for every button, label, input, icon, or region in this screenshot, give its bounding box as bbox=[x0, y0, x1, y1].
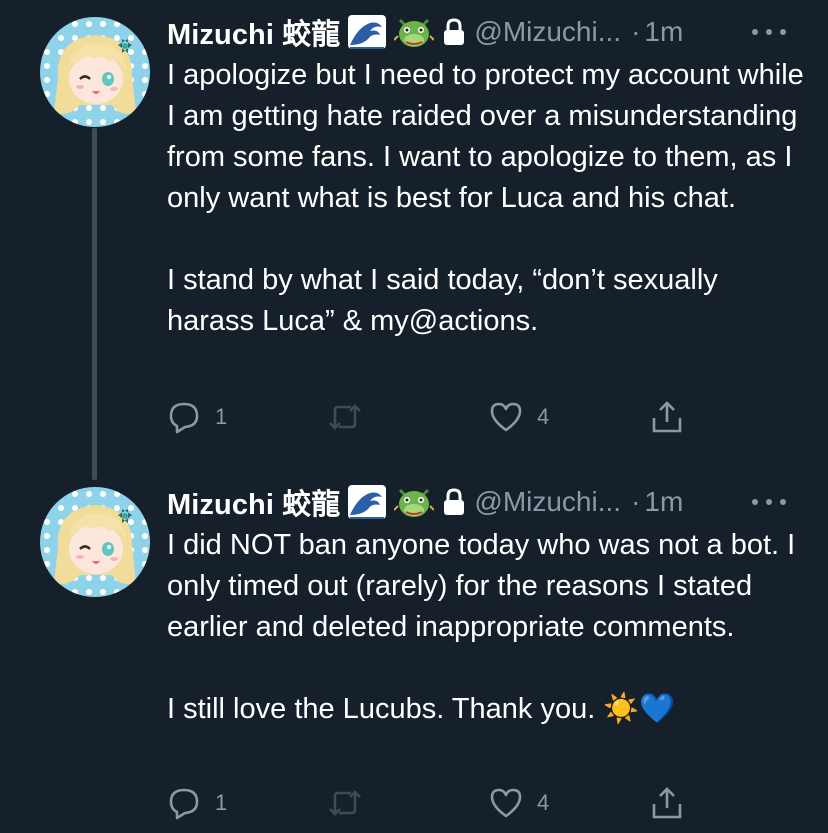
display-name[interactable]: Mizuchi 蛟龍 bbox=[167, 481, 340, 523]
retweet-icon bbox=[329, 790, 361, 816]
tweet-paragraph: I did NOT ban anyone today who was not a… bbox=[167, 529, 796, 643]
tweet[interactable]: Mizuchi 蛟龍 bbox=[0, 470, 828, 833]
handle[interactable]: @Mizuchi... bbox=[474, 16, 621, 48]
tweet-header: Mizuchi 蛟龍 @Mizuchi... · 1m bbox=[167, 11, 792, 53]
heart-icon bbox=[490, 788, 522, 818]
tweet-text: I apologize but I need to protect my acc… bbox=[167, 55, 807, 342]
more-options-icon[interactable] bbox=[752, 17, 786, 47]
share-button[interactable] bbox=[651, 397, 683, 437]
display-name[interactable]: Mizuchi 蛟龍 bbox=[167, 11, 340, 53]
handle[interactable]: @Mizuchi... bbox=[474, 486, 621, 518]
like-count: 4 bbox=[537, 404, 550, 429]
share-icon bbox=[652, 787, 682, 819]
tweet-text: I did NOT ban anyone today who was not a… bbox=[167, 525, 807, 730]
like-button[interactable]: 4 bbox=[489, 783, 549, 823]
reply-button[interactable]: 1 bbox=[167, 397, 227, 437]
water-wave-emoji-icon bbox=[348, 15, 387, 49]
reply-icon bbox=[169, 402, 199, 434]
water-wave-emoji-icon bbox=[348, 485, 387, 519]
separator-dot: · bbox=[631, 16, 641, 47]
tweet-actions: 1 4 bbox=[167, 783, 687, 823]
share-icon bbox=[652, 401, 682, 433]
lock-icon bbox=[442, 488, 466, 516]
retweet-button[interactable] bbox=[327, 783, 377, 823]
like-count: 4 bbox=[537, 790, 550, 815]
timestamp[interactable]: 1m bbox=[644, 486, 683, 518]
reply-count: 1 bbox=[215, 404, 228, 429]
avatar[interactable] bbox=[40, 487, 150, 597]
reply-count: 1 bbox=[215, 790, 228, 815]
heart-icon bbox=[490, 402, 522, 432]
share-button[interactable] bbox=[651, 783, 683, 823]
tweet-actions: 1 4 bbox=[167, 397, 687, 437]
tweet-paragraph: I still love the Lucubs. Thank you. ☀️💙 bbox=[167, 693, 676, 725]
tweet-paragraph: I stand by what I said today, “don’t sex… bbox=[167, 264, 718, 337]
dragon-face-icon bbox=[394, 484, 435, 520]
tweet-paragraph: I apologize but I need to protect my acc… bbox=[167, 59, 804, 214]
more-options-icon[interactable] bbox=[752, 487, 786, 517]
reply-button[interactable]: 1 bbox=[167, 783, 227, 823]
tweet[interactable]: Mizuchi 蛟龍 bbox=[0, 0, 828, 480]
dragon-face-icon bbox=[394, 14, 435, 50]
lock-icon bbox=[442, 18, 466, 46]
thread-line bbox=[92, 128, 97, 480]
tweet-header: Mizuchi 蛟龍 @Mizuchi... · 1m bbox=[167, 481, 792, 523]
reply-icon bbox=[169, 788, 199, 820]
timestamp[interactable]: 1m bbox=[644, 16, 683, 48]
like-button[interactable]: 4 bbox=[489, 397, 549, 437]
separator-dot: · bbox=[631, 486, 641, 517]
retweet-button[interactable] bbox=[327, 397, 377, 437]
avatar[interactable] bbox=[40, 17, 150, 127]
retweet-icon bbox=[329, 404, 361, 430]
